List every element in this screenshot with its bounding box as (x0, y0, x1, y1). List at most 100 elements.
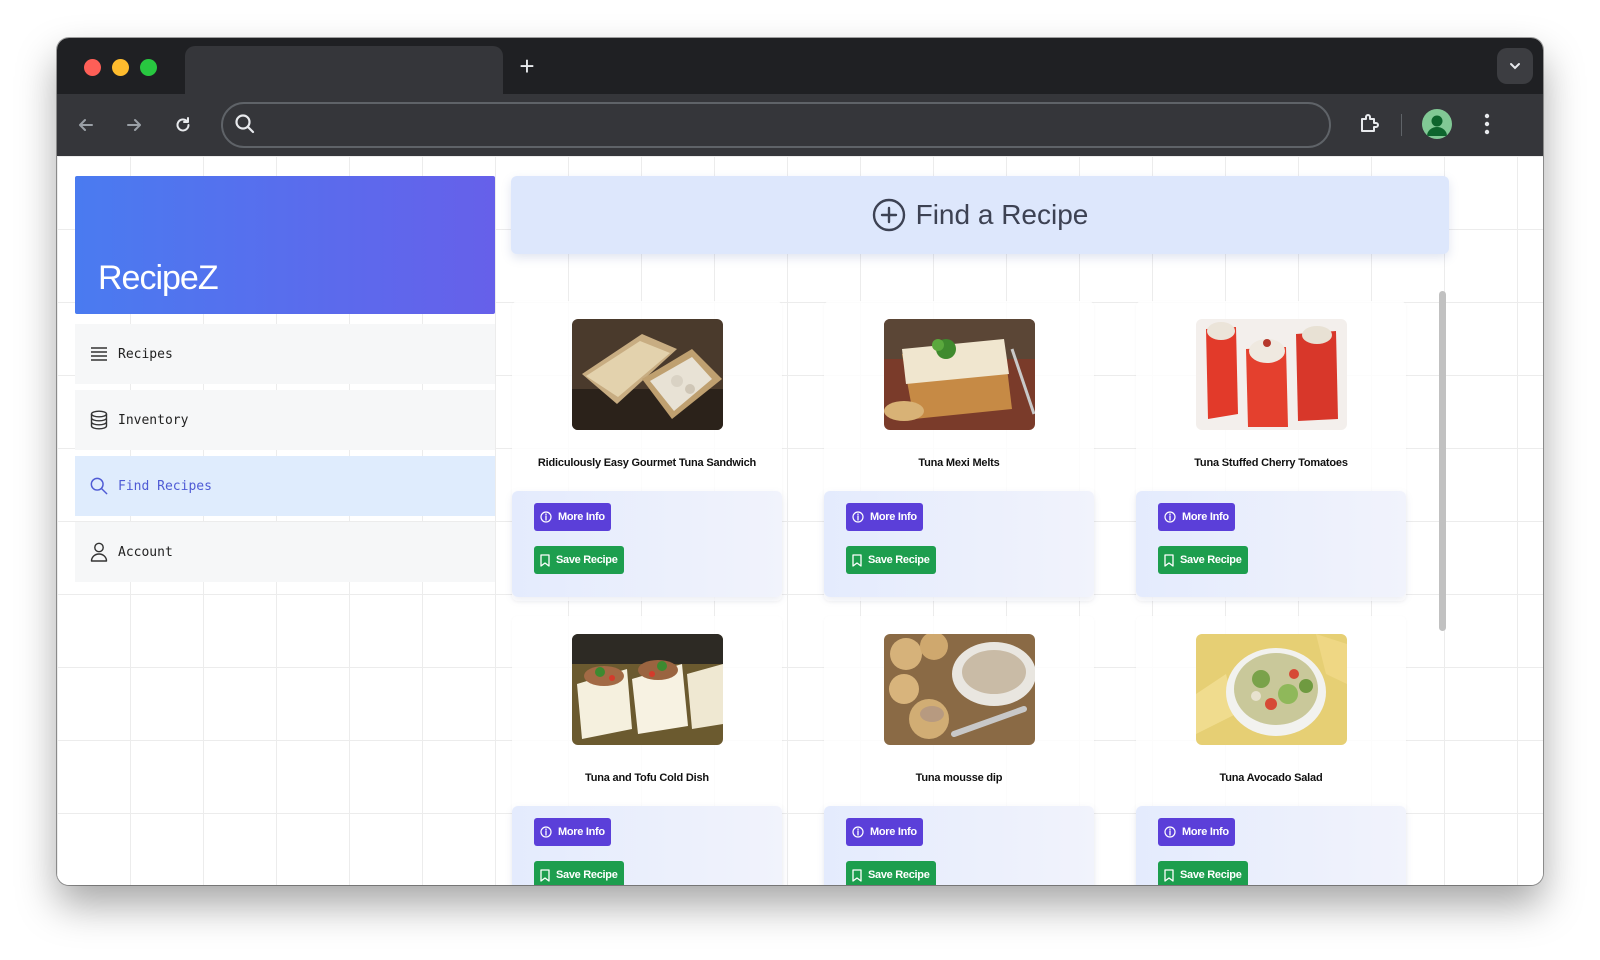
database-icon (90, 410, 108, 430)
app-logo: RecipeZ (98, 259, 219, 297)
more-info-button[interactable]: More Info (1158, 818, 1235, 846)
recipe-image[interactable] (1196, 634, 1347, 745)
recipe-card: Tuna Mexi Melts More Info Save Recipe (824, 301, 1094, 601)
save-recipe-button[interactable]: Save Recipe (846, 546, 936, 574)
recipe-card: Ridiculously Easy Gourmet Tuna Sandwich … (512, 301, 782, 601)
more-info-label: More Info (1182, 511, 1229, 523)
bookmark-icon (540, 553, 550, 567)
recipe-card: Tuna mousse dip More Info Save Recipe (824, 616, 1094, 885)
address-bar[interactable] (221, 102, 1331, 148)
scrollbar-thumb[interactable] (1439, 291, 1446, 631)
info-icon (852, 826, 864, 838)
recipe-actions: More Info Save Recipe (824, 491, 1094, 597)
more-vertical-icon (1484, 113, 1490, 135)
save-recipe-button[interactable]: Save Recipe (846, 861, 936, 885)
recipe-name: Tuna Avocado Salad (1219, 772, 1323, 784)
sidebar-item-account[interactable]: Account (75, 522, 495, 582)
save-recipe-label: Save Recipe (556, 869, 618, 881)
search-icon (235, 114, 255, 134)
bookmark-icon (1164, 868, 1174, 882)
page-title: Find a Recipe (915, 199, 1089, 230)
recipe-card: Tuna Stuffed Cherry Tomatoes More Info S… (1136, 301, 1406, 601)
minimize-window-button[interactable] (112, 59, 129, 76)
page-content: RecipeZ Recipes Inventory Find Recipes A… (57, 156, 1543, 885)
recipe-actions: More Info Save Recipe (824, 806, 1094, 885)
more-info-button[interactable]: More Info (534, 818, 611, 846)
browser-menu-button[interactable] (1472, 109, 1502, 139)
save-recipe-label: Save Recipe (868, 869, 930, 881)
more-info-button[interactable]: More Info (846, 818, 923, 846)
more-info-button[interactable]: More Info (846, 503, 923, 531)
back-button[interactable] (69, 108, 103, 142)
recipe-card: Tuna and Tofu Cold Dish More Info Save R… (512, 616, 782, 885)
info-icon (1164, 826, 1176, 838)
arrow-left-icon (79, 119, 93, 131)
more-info-label: More Info (558, 826, 605, 838)
browser-tab[interactable] (185, 46, 503, 94)
recipe-image[interactable] (1196, 319, 1347, 430)
close-window-button[interactable] (84, 59, 101, 76)
save-recipe-button[interactable]: Save Recipe (534, 546, 624, 574)
sidebar-item-label: Find Recipes (118, 478, 212, 494)
recipe-card: Tuna Avocado Salad More Info Save Recipe (1136, 616, 1406, 885)
bookmark-icon (852, 868, 862, 882)
recipe-name: Tuna Stuffed Cherry Tomatoes (1194, 457, 1348, 469)
sidebar-item-inventory[interactable]: Inventory (75, 390, 495, 450)
recipe-image[interactable] (572, 634, 723, 745)
forward-button[interactable] (117, 108, 151, 142)
maximize-window-button[interactable] (140, 59, 157, 76)
info-icon (540, 511, 552, 523)
save-recipe-label: Save Recipe (1180, 554, 1242, 566)
brand-banner: RecipeZ (75, 176, 495, 314)
browser-window: + RecipeZ Recipes Inventory Find Recipes… (57, 38, 1543, 885)
plus-circle-icon (872, 198, 906, 232)
recipe-name: Tuna Mexi Melts (918, 457, 1000, 469)
toolbar-separator (1401, 114, 1402, 136)
tab-search-button[interactable] (1497, 48, 1533, 84)
recipe-image[interactable] (884, 319, 1035, 430)
more-info-label: More Info (558, 511, 605, 523)
more-info-button[interactable]: More Info (534, 503, 611, 531)
arrow-right-icon (127, 119, 141, 131)
save-recipe-button[interactable]: Save Recipe (1158, 861, 1248, 885)
bookmark-icon (540, 868, 550, 882)
new-tab-button[interactable]: + (513, 52, 541, 80)
recipe-image[interactable] (884, 634, 1035, 745)
user-icon (90, 542, 108, 562)
recipe-actions: More Info Save Recipe (1136, 491, 1406, 597)
save-recipe-button[interactable]: Save Recipe (1158, 546, 1248, 574)
recipe-name: Tuna mousse dip (915, 772, 1003, 784)
save-recipe-label: Save Recipe (868, 554, 930, 566)
sidebar-item-find-recipes[interactable]: Find Recipes (75, 456, 495, 516)
tab-bar: + (57, 38, 1543, 94)
sidebar-item-label: Account (118, 544, 173, 560)
save-recipe-label: Save Recipe (1180, 869, 1242, 881)
save-recipe-label: Save Recipe (556, 554, 618, 566)
more-info-label: More Info (870, 826, 917, 838)
recipe-name: Tuna and Tofu Cold Dish (585, 772, 709, 784)
more-info-label: More Info (870, 511, 917, 523)
reload-button[interactable] (166, 108, 200, 142)
chevron-down-icon (1510, 63, 1520, 70)
user-icon (1427, 115, 1447, 136)
reload-icon (176, 117, 190, 132)
find-recipe-header[interactable]: Find a Recipe (511, 176, 1449, 254)
save-recipe-button[interactable]: Save Recipe (534, 861, 624, 885)
more-info-button[interactable]: More Info (1158, 503, 1235, 531)
profile-avatar[interactable] (1422, 109, 1452, 139)
info-icon (1164, 511, 1176, 523)
results-scrollbar[interactable] (1437, 281, 1447, 881)
recipe-name: Ridiculously Easy Gourmet Tuna Sandwich (537, 457, 757, 469)
recipe-actions: More Info Save Recipe (1136, 806, 1406, 885)
extensions-button[interactable] (1352, 107, 1386, 141)
puzzle-icon (1361, 114, 1379, 132)
recipe-actions: More Info Save Recipe (512, 491, 782, 597)
recipe-image[interactable] (572, 319, 723, 430)
info-icon (540, 826, 552, 838)
sidebar-item-recipes[interactable]: Recipes (75, 324, 495, 384)
sidebar-item-label: Inventory (118, 412, 189, 428)
bookmark-icon (1164, 553, 1174, 567)
browser-toolbar (57, 94, 1543, 156)
recipe-actions: More Info Save Recipe (512, 806, 782, 885)
list-icon (90, 344, 108, 364)
